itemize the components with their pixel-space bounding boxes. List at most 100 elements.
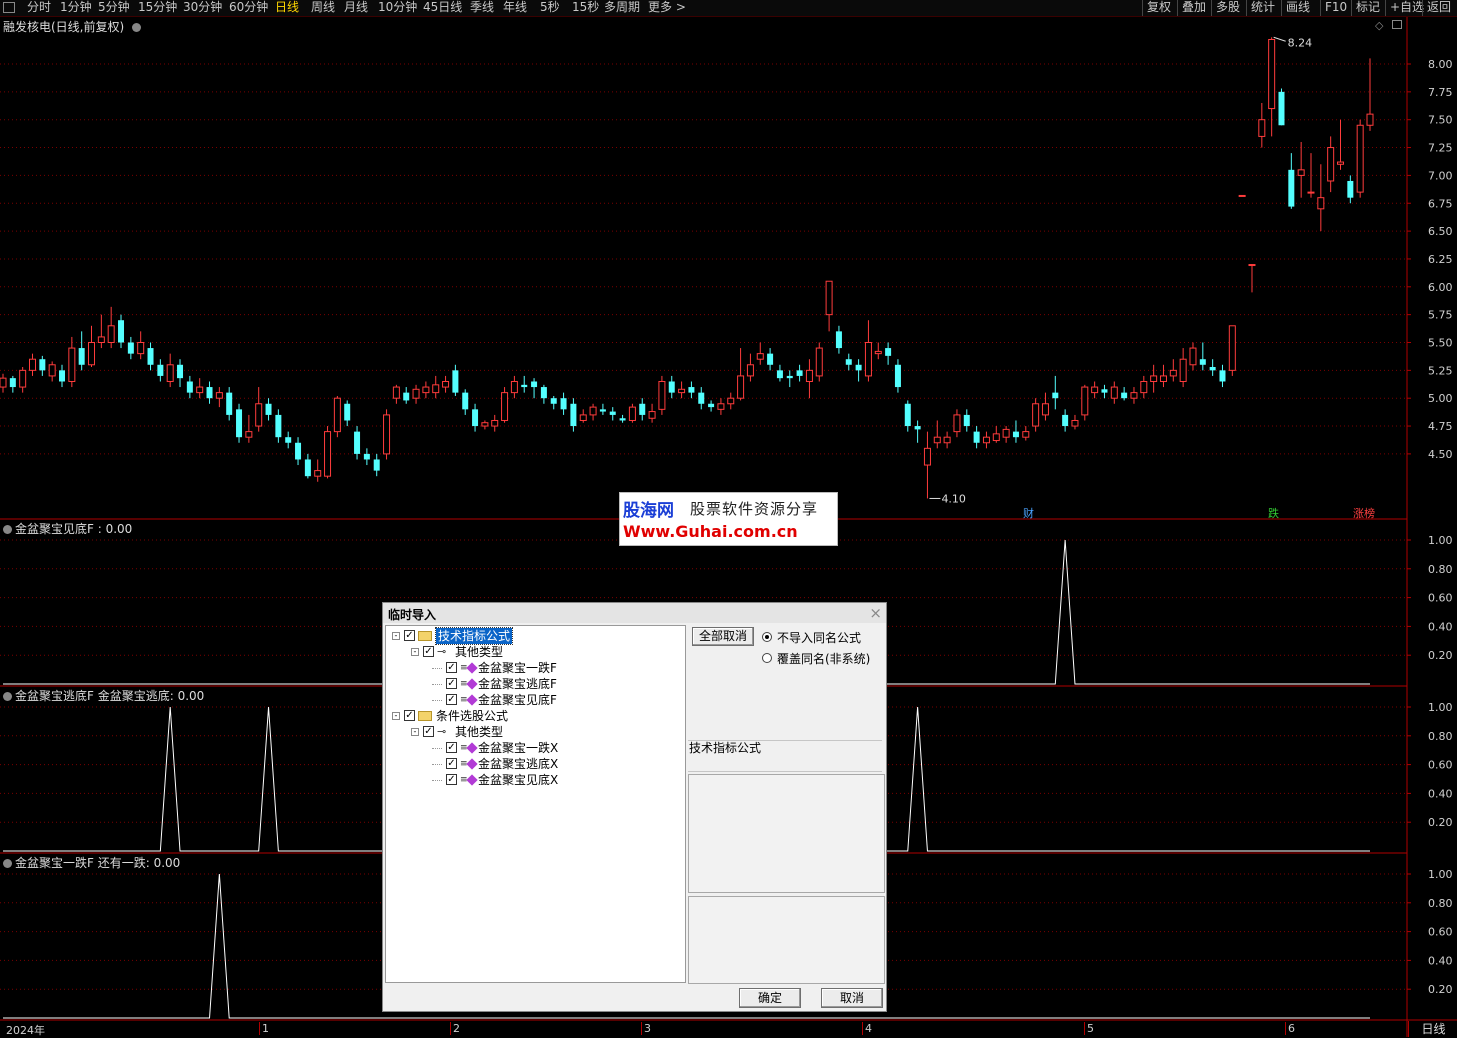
tree-connector: [432, 700, 442, 702]
indicator-pane-title-2[interactable]: 金盆聚宝逃底F 金盆聚宝逃底: 0.00: [3, 687, 204, 704]
candle-body: [127, 342, 134, 354]
node-checkbox[interactable]: ✓: [446, 742, 457, 753]
candle-body: [835, 331, 842, 349]
tree-node[interactable]: - ✓ ⊸ 其他类型: [386, 724, 685, 740]
tree-node[interactable]: ✓ ≡ 金盆聚宝逃底X: [386, 756, 685, 772]
candle-body: [1366, 113, 1374, 126]
candle-body: [531, 381, 538, 388]
candle-body: [0, 377, 7, 388]
marker-text: 涨榜: [1353, 507, 1375, 520]
info-label: 技术指标公式: [689, 741, 762, 755]
candle-body: [648, 411, 656, 419]
indicator-tick-label: 0.40: [1428, 954, 1453, 967]
candle-body: [1110, 386, 1118, 399]
fall-marker[interactable]: 跌: [1268, 505, 1279, 521]
indicator-pane-title-1[interactable]: 金盆聚宝见底F : 0.00: [3, 520, 132, 537]
high-arrow: [1273, 36, 1286, 42]
candle-body: [422, 386, 430, 394]
candle-body: [491, 419, 499, 427]
tree-node[interactable]: ✓ ≡ 金盆聚宝一跌F: [386, 660, 685, 676]
ok-button[interactable]: 确定: [739, 988, 801, 1008]
formula-tree[interactable]: - ✓ 技术指标公式 - ✓ ⊸ 其他类型 ✓ ≡ 金盆聚宝一跌F ✓ ≡ 金盆聚宝逃底F ✓ ≡ 金盆聚宝见…: [385, 625, 686, 983]
node-checkbox[interactable]: ✓: [404, 710, 415, 721]
dialog-titlebar[interactable]: 临时导入 ×: [383, 603, 886, 623]
cancel-button[interactable]: 取消: [821, 988, 883, 1008]
candle-body: [1002, 428, 1010, 438]
candle-body: [885, 348, 892, 356]
node-checkbox[interactable]: ✓: [423, 726, 434, 737]
candle-body: [658, 380, 666, 410]
cancel-all-button[interactable]: 全部取消: [692, 627, 754, 646]
candle-body: [923, 447, 931, 466]
candle-body: [1297, 169, 1305, 176]
node-checkbox[interactable]: ✓: [446, 662, 457, 673]
price-tick-label: 6.00: [1428, 281, 1453, 294]
finance-marker[interactable]: 财: [1023, 505, 1034, 521]
candle-body: [373, 459, 380, 471]
time-axis-label: 1: [259, 1022, 269, 1035]
candle-body: [206, 387, 213, 399]
node-checkbox[interactable]: ✓: [446, 758, 457, 769]
node-checkbox[interactable]: ✓: [446, 694, 457, 705]
tree-connector: [432, 748, 442, 750]
candle-body: [1081, 386, 1089, 416]
close-icon[interactable]: ×: [869, 604, 882, 622]
indicator-tick-label: 0.20: [1428, 649, 1453, 662]
guhai-watermark-logo: 股海网 股票软件资源分享 Www.Guhai.com.cn: [619, 492, 838, 546]
candle-body: [157, 364, 164, 376]
indicator-tick-label: 0.60: [1428, 926, 1453, 939]
candle-body: [589, 406, 597, 416]
tree-node[interactable]: - ✓ ⊸ 其他类型: [386, 644, 685, 660]
tree-node[interactable]: ✓ ≡ 金盆聚宝见底F: [386, 692, 685, 708]
dialog-title: 临时导入: [388, 608, 437, 622]
candle-body: [894, 364, 901, 388]
candle-body: [845, 359, 852, 365]
candle-body: [1101, 389, 1108, 393]
candle-body: [344, 403, 351, 421]
key-icon: ⊸: [437, 725, 447, 738]
preview-box[interactable]: [688, 896, 885, 984]
indicator-pane-title-3[interactable]: 金盆聚宝一跌F 还有一跌: 0.00: [3, 854, 180, 871]
tree-node[interactable]: - ✓ 条件选股公式: [386, 708, 685, 724]
price-tick-label: 7.00: [1428, 169, 1453, 182]
indicator-tick-label: 1.00: [1428, 701, 1453, 714]
watermark-url: Www.Guhai.com.cn: [623, 522, 798, 541]
pane-menu-icon[interactable]: [3, 859, 12, 868]
node-checkbox[interactable]: ✓: [446, 774, 457, 785]
formula-icon: [466, 694, 478, 706]
collapse-icon[interactable]: -: [392, 712, 400, 720]
candle-body: [1041, 403, 1049, 416]
collapse-icon[interactable]: -: [392, 632, 400, 640]
node-checkbox[interactable]: ✓: [423, 646, 434, 657]
node-checkbox[interactable]: ✓: [404, 630, 415, 641]
pane-menu-icon[interactable]: [3, 692, 12, 701]
collapse-icon[interactable]: -: [411, 728, 419, 736]
tree-node[interactable]: - ✓ 技术指标公式: [386, 627, 685, 645]
formula-icon: [466, 758, 478, 770]
candle-body: [953, 414, 961, 433]
tree-node[interactable]: ✓ ≡ 金盆聚宝逃底F: [386, 676, 685, 692]
collapse-icon[interactable]: -: [411, 648, 419, 656]
rise-ranking-marker[interactable]: 涨榜: [1353, 505, 1375, 521]
tree-node[interactable]: ✓ ≡ 金盆聚宝一跌X: [386, 740, 685, 756]
price-tick-label: 8.00: [1428, 58, 1453, 71]
no-import-same-name-radio[interactable]: [762, 632, 772, 642]
period-indicator[interactable]: 日线: [1408, 1021, 1457, 1037]
time-axis-label: 2: [450, 1022, 460, 1035]
tree-connector: [432, 684, 442, 686]
tree-node[interactable]: ✓ ≡ 金盆聚宝见底X: [386, 772, 685, 788]
candle-body: [688, 387, 695, 393]
candle-body: [540, 387, 547, 399]
indicator-tick-label: 0.80: [1428, 730, 1453, 743]
description-box[interactable]: [688, 774, 885, 893]
overwrite-same-name-radio[interactable]: [762, 653, 772, 663]
tree-connector: [432, 764, 442, 766]
pane-menu-icon[interactable]: [3, 525, 12, 534]
price-tick-label: 5.25: [1428, 364, 1453, 377]
candle-body: [226, 392, 233, 415]
node-checkbox[interactable]: ✓: [446, 678, 457, 689]
candle-body: [521, 384, 528, 388]
candle-body: [275, 414, 282, 438]
formula-icon: [466, 662, 478, 674]
candle-body: [236, 409, 243, 438]
